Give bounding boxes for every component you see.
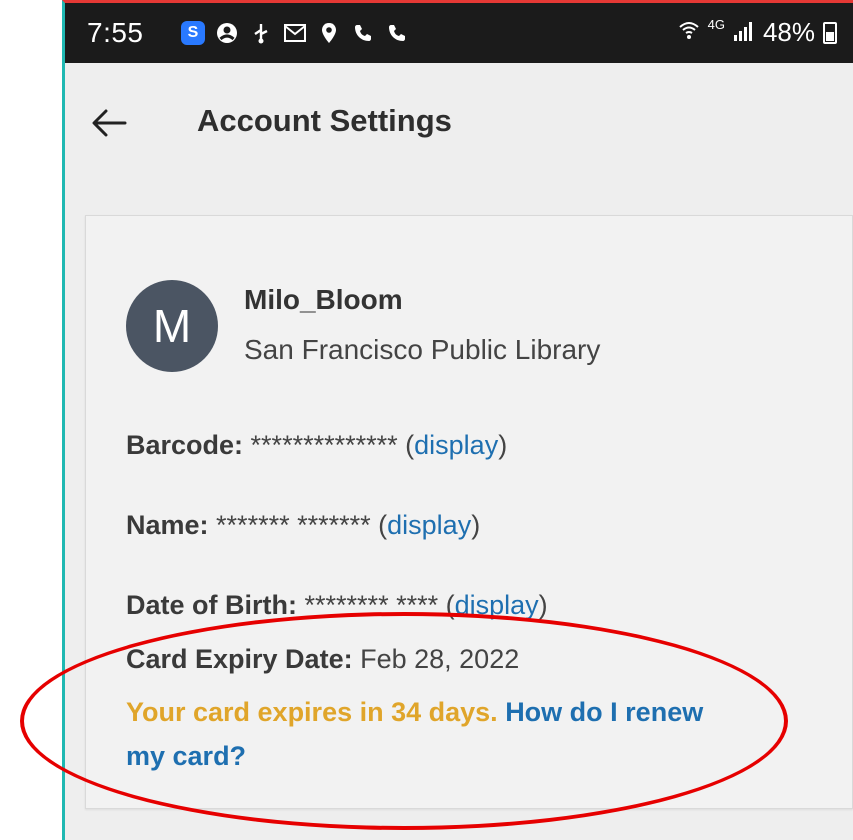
dob-value: ******** **** ( — [304, 590, 455, 620]
library-name: San Francisco Public Library — [244, 334, 601, 365]
phone-icon — [351, 21, 375, 45]
username: Milo_Bloom — [244, 284, 403, 315]
expiry-row: Card Expiry Date: Feb 28, 2022 — [126, 644, 519, 675]
status-notification-icons: S — [181, 21, 409, 45]
name-value: ******* ******* ( — [216, 510, 388, 540]
barcode-value: ************** ( — [250, 430, 415, 460]
name-row: Name: ******* ******* (display) — [126, 510, 480, 541]
page-title: Account Settings — [197, 103, 452, 138]
app-bar: Account Settings — [65, 63, 853, 178]
location-icon — [317, 21, 341, 45]
phone-icon — [385, 21, 409, 45]
wifi-calling-icon — [678, 17, 700, 48]
status-right: 4G 48% — [678, 17, 837, 48]
dob-row: Date of Birth: ******** **** (display) — [126, 590, 548, 621]
dob-display-link[interactable]: display — [455, 590, 539, 620]
gmail-icon — [283, 21, 307, 45]
expiry-message: Your card expires in 34 days. How do I r… — [126, 690, 726, 778]
expiry-value: Feb 28, 2022 — [360, 644, 520, 674]
name-label: Name: — [126, 510, 209, 540]
status-time: 7:55 — [87, 17, 144, 48]
name-display-link[interactable]: display — [387, 510, 471, 540]
expiry-label: Card Expiry Date: — [126, 644, 353, 674]
battery-percent: 48% — [762, 17, 815, 47]
arrow-left-icon — [92, 109, 127, 137]
account-icon — [215, 21, 239, 45]
network-type: 4G — [707, 17, 725, 32]
status-bar: 7:55 S 4G 48% — [65, 3, 853, 63]
app-s-icon: S — [181, 21, 205, 45]
barcode-row: Barcode: ************** (display) — [126, 430, 507, 461]
usb-icon — [249, 21, 273, 45]
paren-close: ) — [498, 430, 508, 460]
account-card: M Milo_Bloom San Francisco Public Librar… — [85, 215, 853, 809]
signal-icon — [733, 17, 755, 48]
expiry-warning: Your card expires in 34 days. — [126, 697, 498, 727]
paren-close: ) — [538, 590, 548, 620]
avatar: M — [126, 280, 218, 372]
dob-label: Date of Birth: — [126, 590, 297, 620]
barcode-display-link[interactable]: display — [414, 430, 498, 460]
barcode-label: Barcode: — [126, 430, 244, 460]
paren-close: ) — [471, 510, 481, 540]
device-screen: 7:55 S 4G 48% Account Settings M Milo_Bl… — [62, 0, 853, 840]
back-button[interactable] — [87, 101, 131, 145]
battery-icon — [823, 21, 837, 44]
